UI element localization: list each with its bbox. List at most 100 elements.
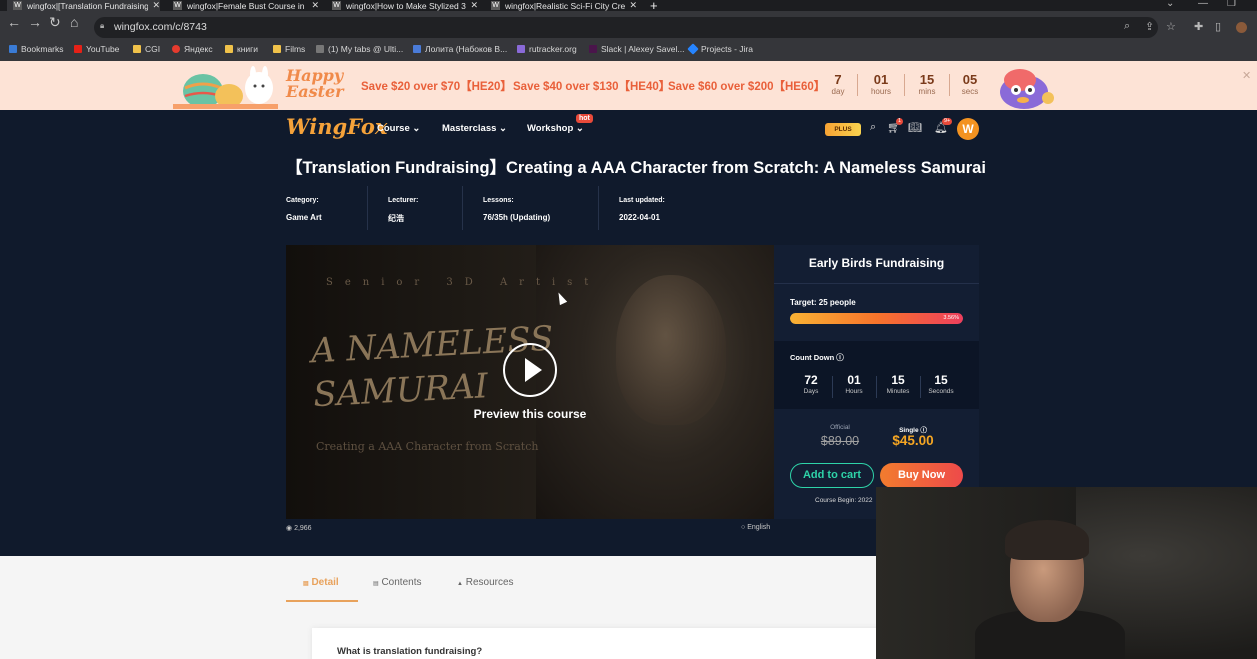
- meta-category-value[interactable]: Game Art: [286, 213, 322, 222]
- url-text[interactable]: wingfox.com/c/8743: [114, 21, 207, 33]
- countdown-divider: [832, 376, 833, 398]
- browser-tab-2[interactable]: Wwingfox|Female Bust Course in M ✕: [167, 0, 319, 11]
- meta-category-label: Category:: [286, 197, 319, 204]
- share-icon[interactable]: ⇪: [1145, 20, 1154, 33]
- banner-countdown-days: 7 day: [831, 72, 845, 96]
- close-tab-icon[interactable]: ✕: [470, 0, 478, 11]
- tab-contents[interactable]: ▤ Contents: [373, 577, 421, 588]
- video-subtitle-art: Creating a AAA Character from Scratch: [316, 440, 539, 453]
- tab-resources[interactable]: ▲ Resources: [457, 577, 514, 588]
- bookmark-item[interactable]: rutracker.org: [517, 44, 577, 54]
- close-tab-icon[interactable]: ✕: [152, 0, 160, 11]
- progress-fill: [790, 313, 963, 324]
- minimize-icon[interactable]: —: [1198, 0, 1208, 9]
- bookmark-star-icon[interactable]: ☆: [1166, 20, 1176, 33]
- close-tab-icon[interactable]: ✕: [311, 0, 319, 11]
- resources-tab-icon: ▲: [457, 581, 463, 587]
- bookmark-item[interactable]: Slack | Alexey Savel...: [589, 44, 684, 54]
- course-language: ○ English: [741, 524, 771, 531]
- folder-icon: [133, 45, 141, 53]
- video-watermark-text: Senior 3D Artist: [326, 277, 601, 288]
- countdown-divider: [920, 376, 921, 398]
- ultimate-guitar-icon: [316, 45, 324, 53]
- extensions-icon[interactable]: ✚: [1194, 20, 1203, 33]
- banner-close-icon[interactable]: ✕: [1242, 69, 1251, 82]
- chevron-down-icon: ⌄: [499, 123, 508, 134]
- meta-updated-value: 2022-04-01: [619, 213, 660, 222]
- fundraising-title: Early Birds Fundraising: [808, 256, 945, 270]
- bookmark-item[interactable]: YouTube: [74, 44, 119, 54]
- tab-detail[interactable]: ▤ Detail: [303, 577, 339, 588]
- add-to-cart-button[interactable]: Add to cart: [790, 463, 874, 488]
- zoom-icon[interactable]: ⌕: [1124, 20, 1130, 33]
- wingfox-logo[interactable]: WingFox: [286, 114, 387, 139]
- bookmark-item[interactable]: (1) My tabs @ Ulti...: [316, 44, 403, 54]
- browser-tab-4[interactable]: Wwingfox|Realistic Sci-Fi City Creat ✕: [485, 0, 637, 11]
- promo-he40: Save $40 over $130【HE40】: [513, 81, 671, 93]
- wingfox-favicon-icon: W: [491, 1, 500, 10]
- bookmark-item[interactable]: Films: [273, 44, 305, 54]
- address-bar[interactable]: [94, 17, 1158, 38]
- nav-course[interactable]: Course ⌄: [377, 123, 420, 134]
- official-price: $89.00: [820, 434, 860, 448]
- contents-tab-icon: ▤: [373, 581, 379, 587]
- promo-he20: Save $20 over $70【HE20】: [361, 81, 512, 93]
- bookmark-item[interactable]: Projects - Jira: [687, 43, 753, 55]
- wingfox-favicon-icon: W: [173, 1, 182, 10]
- browser-tab-3[interactable]: Wwingfox|How to Make Stylized 3I ✕: [326, 0, 478, 11]
- banner-countdown-mins: 15 mins: [918, 72, 936, 96]
- nav-masterclass[interactable]: Masterclass ⌄: [442, 123, 507, 134]
- book-icon: [413, 45, 421, 53]
- course-preview-video[interactable]: Senior 3D Artist A NAMELESS SAMURAI Creat…: [286, 245, 774, 519]
- preview-course-label[interactable]: Preview this course: [286, 407, 774, 421]
- plus-membership-button[interactable]: PLUS: [825, 123, 861, 136]
- forward-icon[interactable]: →: [28, 14, 42, 30]
- search-icon[interactable]: ⌕: [870, 121, 876, 134]
- wingfox-favicon-icon: W: [13, 1, 22, 10]
- back-icon[interactable]: ←: [7, 14, 21, 30]
- nav-workshop[interactable]: Workshop ⌄: [527, 123, 584, 134]
- detail-tab-icon: ▤: [303, 581, 309, 587]
- panel-divider: [774, 283, 979, 284]
- play-icon[interactable]: [503, 343, 557, 397]
- side-panel-icon[interactable]: ▯: [1215, 20, 1221, 33]
- easter-mascot-icon: [1000, 69, 1054, 109]
- folder-icon: [273, 45, 281, 53]
- countdown-minutes: 15 Minutes: [886, 373, 910, 395]
- star-icon: [9, 45, 17, 53]
- rutracker-icon: [517, 45, 525, 53]
- countdown-label: Count Down ⓘ: [790, 353, 844, 362]
- bookmark-item[interactable]: Яндекс: [172, 44, 213, 54]
- meta-lecturer-value[interactable]: 纪浩: [388, 213, 404, 224]
- view-count: ◉ 2,966: [286, 525, 312, 532]
- meta-lessons-label: Lessons:: [483, 197, 514, 204]
- user-avatar[interactable]: W: [957, 118, 979, 140]
- promo-he60: Save $60 over $200【HE60】: [668, 81, 826, 93]
- tab-search-icon[interactable]: ⌄: [1166, 0, 1174, 9]
- home-icon[interactable]: ⌂: [70, 14, 78, 30]
- lock-icon[interactable]: 🔒︎: [100, 21, 104, 31]
- hot-badge: hot: [576, 114, 593, 123]
- chat-bubble-icon: ○: [741, 524, 746, 531]
- easter-eggs-illustration-icon: [173, 66, 278, 109]
- presenter-hair: [1005, 520, 1089, 560]
- countdown-divider: [857, 74, 858, 96]
- bookmark-item[interactable]: CGI: [133, 44, 160, 54]
- bookmark-item[interactable]: Bookmarks: [9, 44, 64, 54]
- fundraising-target: Target: 25 people: [790, 298, 856, 307]
- chevron-down-icon: ⌄: [412, 123, 421, 134]
- official-price-label: Official: [830, 424, 850, 431]
- book-icon[interactable]: 📖︎: [908, 121, 922, 134]
- bookmark-item[interactable]: Лолита (Набоков В...: [413, 44, 507, 54]
- bookmark-item[interactable]: книги: [225, 44, 258, 54]
- close-tab-icon[interactable]: ✕: [629, 0, 637, 11]
- chevron-down-icon: ⌄: [575, 123, 584, 134]
- browser-tab-1[interactable]: Wwingfox|[Translation Fundraising ✕: [7, 0, 160, 11]
- info-icon[interactable]: ⓘ: [836, 353, 844, 362]
- youtube-icon: [74, 45, 82, 53]
- reload-icon[interactable]: ↻: [49, 14, 61, 31]
- buy-now-button[interactable]: Buy Now: [880, 463, 963, 488]
- restore-icon[interactable]: ❐: [1227, 0, 1236, 9]
- jira-icon: [687, 43, 699, 55]
- profile-avatar-icon[interactable]: [1236, 22, 1247, 33]
